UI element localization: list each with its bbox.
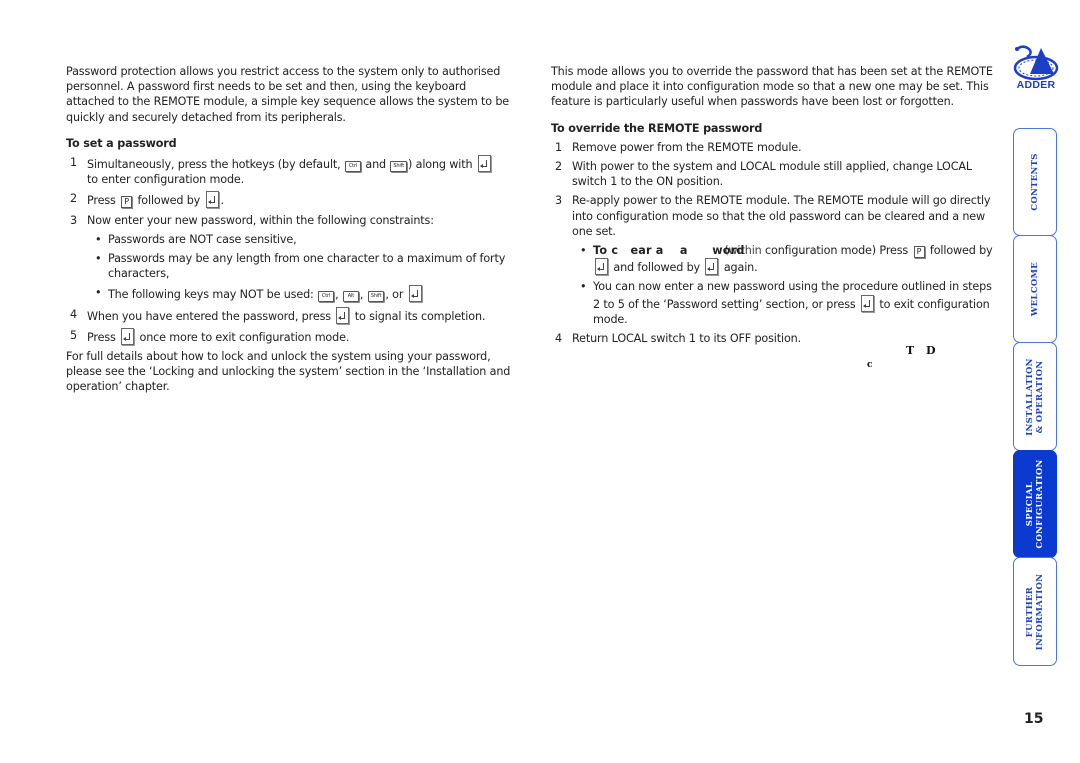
section-heading: To override the REMOTE password bbox=[551, 121, 763, 135]
bullet-item: • To c ear a a word (within configuration… bbox=[551, 243, 996, 276]
step-item: 2 With power to the system and LOCAL mod… bbox=[551, 159, 996, 189]
tab-special-configuration[interactable]: SPECIAL CONFIGURATION bbox=[1013, 450, 1057, 558]
step-item: 3 Now enter your new password, within th… bbox=[66, 213, 516, 228]
step-item: 2 Press P followed by . bbox=[66, 191, 516, 209]
step-number: 2 bbox=[555, 160, 562, 174]
logo-text: ADDER bbox=[1016, 79, 1056, 91]
step-item: 5 Press once more to exit configuration … bbox=[66, 327, 516, 345]
step-text: to signal its completion. bbox=[351, 309, 486, 323]
intro-paragraph: This mode allows you to override the pas… bbox=[551, 65, 993, 109]
step-item: 4 When you have entered the password, pr… bbox=[66, 306, 516, 324]
constraint-text: Passwords are NOT case sensitive, bbox=[108, 232, 297, 246]
tab-label-line: SPECIAL bbox=[1025, 481, 1035, 527]
tab-label-line: INFORMATION bbox=[1035, 573, 1045, 650]
ctrl-key-icon: Ctrl bbox=[318, 291, 335, 303]
ctrl-key-icon: Ctrl bbox=[344, 161, 361, 173]
enter-key-icon bbox=[477, 155, 491, 173]
step-text: When you have entered the password, pres… bbox=[87, 309, 335, 323]
step-text: once more to exit configuration mode. bbox=[136, 330, 350, 344]
bullet-text: and followed by bbox=[610, 261, 704, 275]
step-number: 2 bbox=[70, 192, 77, 206]
p-key-icon: P bbox=[913, 246, 925, 259]
constraint-item: • Passwords may be any length from one c… bbox=[66, 251, 516, 281]
enter-key-icon bbox=[705, 258, 719, 276]
enter-key-icon bbox=[860, 294, 874, 312]
stray-glyph: T bbox=[906, 344, 915, 357]
step-text: Press bbox=[87, 194, 120, 208]
page-number: 15 bbox=[1024, 711, 1044, 727]
tab-label: WELCOME bbox=[1030, 261, 1040, 317]
alt-key-icon: Alt bbox=[342, 291, 359, 303]
p-key-icon: P bbox=[121, 196, 133, 209]
separator-text: , bbox=[335, 288, 342, 302]
tab-installation-operation[interactable]: INSTALLATION & OPERATION bbox=[1013, 342, 1057, 451]
step-text: to enter configuration mode. bbox=[87, 173, 245, 187]
tab-label: CONTENTS bbox=[1030, 153, 1040, 211]
bullet-icon: • bbox=[95, 286, 102, 300]
step-number: 4 bbox=[555, 332, 562, 346]
bullet-icon: • bbox=[580, 244, 587, 258]
section-heading: To set a password bbox=[66, 136, 177, 150]
garbled-heading: To c ear a a word (within bbox=[593, 243, 762, 258]
step-text: With power to the system and LOCAL modul… bbox=[572, 160, 972, 189]
bullet-icon: • bbox=[580, 280, 587, 294]
step-number: 3 bbox=[555, 194, 562, 208]
garbled-bold-text: To c ear a a word bbox=[593, 244, 745, 258]
shift-key-icon: Shift bbox=[367, 291, 385, 303]
tab-label: FURTHER INFORMATION bbox=[1025, 573, 1045, 650]
constraint-item: • Passwords are NOT case sensitive, bbox=[66, 232, 516, 247]
step-text: Press bbox=[87, 330, 120, 344]
step-text: Return LOCAL switch 1 to its OFF positio… bbox=[572, 332, 801, 346]
step-number: 4 bbox=[70, 307, 77, 321]
constraint-text: Passwords may be any length from one cha… bbox=[108, 252, 506, 281]
tab-label-line: CONFIGURATION bbox=[1035, 459, 1045, 549]
enter-key-icon bbox=[121, 327, 135, 345]
constraint-item: • The following keys may NOT be used: Ct… bbox=[66, 285, 516, 303]
step-item: 1 Simultaneously, press the hotkeys (by … bbox=[66, 155, 516, 187]
tab-label-line: & OPERATION bbox=[1035, 360, 1045, 433]
tab-label-line: INSTALLATION bbox=[1025, 357, 1035, 436]
bullet-icon: • bbox=[95, 232, 102, 246]
tab-further-information[interactable]: FURTHER INFORMATION bbox=[1013, 557, 1057, 666]
separator-text: , bbox=[359, 288, 367, 302]
step-text: Simultaneously, press the hotkeys (by de… bbox=[87, 158, 344, 172]
garbled-underlay-text: (within bbox=[724, 244, 762, 258]
step-text: Now enter your new password, within the … bbox=[87, 213, 434, 227]
constraint-text: The following keys may NOT be used: bbox=[108, 288, 318, 302]
enter-key-icon bbox=[408, 285, 422, 303]
step-text: Remove power from the REMOTE module. bbox=[572, 140, 802, 154]
step-text: and bbox=[361, 158, 390, 172]
step-item: 3 Re-apply power to the REMOTE module. T… bbox=[551, 193, 996, 239]
shift-key-icon: Shift bbox=[390, 161, 408, 173]
step-text: ) along with bbox=[408, 158, 476, 172]
bullet-text: again. bbox=[720, 261, 758, 275]
enter-key-icon bbox=[205, 191, 219, 209]
step-text: . bbox=[220, 194, 225, 208]
left-column: Password protection allows you restrict … bbox=[66, 64, 516, 395]
step-item: 1 Remove power from the REMOTE module. bbox=[551, 140, 996, 155]
step-number: 1 bbox=[555, 140, 562, 154]
tab-contents[interactable]: CONTENTS bbox=[1013, 128, 1057, 236]
right-column: This mode allows you to override the pas… bbox=[551, 64, 996, 346]
tab-label-line: FURTHER bbox=[1025, 586, 1035, 637]
enter-key-icon bbox=[336, 306, 350, 324]
step-text: followed by bbox=[134, 194, 204, 208]
bullet-item: • You can now enter a new password using… bbox=[551, 279, 996, 327]
step-number: 5 bbox=[70, 328, 77, 342]
intro-paragraph: Password protection allows you restrict … bbox=[66, 65, 510, 124]
step-number: 3 bbox=[70, 213, 77, 227]
bullet-icon: • bbox=[95, 252, 102, 266]
footer-paragraph: For full details about how to lock and u… bbox=[66, 350, 511, 394]
bullet-text: configuration mode) Press bbox=[761, 244, 912, 258]
tab-label: SPECIAL CONFIGURATION bbox=[1025, 459, 1045, 548]
tab-label: INSTALLATION & OPERATION bbox=[1025, 358, 1045, 436]
separator-text: , or bbox=[385, 288, 407, 302]
enter-key-icon bbox=[595, 258, 608, 276]
step-text: Re-apply power to the REMOTE module. The… bbox=[572, 194, 991, 238]
tab-welcome[interactable]: WELCOME bbox=[1013, 235, 1057, 343]
stray-glyph: c bbox=[867, 360, 873, 370]
bullet-text: followed by bbox=[926, 244, 993, 258]
stray-glyph: D bbox=[926, 344, 936, 357]
step-number: 1 bbox=[70, 156, 77, 170]
